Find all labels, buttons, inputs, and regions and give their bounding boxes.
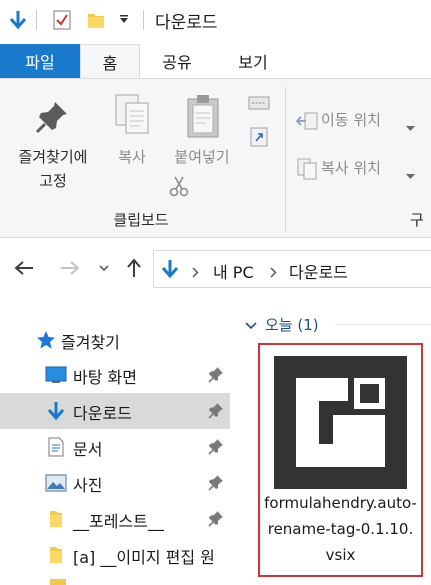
chevron-down-icon: [406, 166, 415, 184]
ribbon-tabs: 파일 홈 공유 보기: [0, 40, 431, 79]
title-separator: [143, 10, 144, 30]
pin-icon[interactable]: [208, 366, 224, 384]
pin-icon: [34, 99, 70, 135]
download-arrow-icon: [161, 259, 181, 279]
folder-icon: [45, 545, 67, 565]
clipboard-group-label: 클립보드: [113, 211, 169, 229]
vsix-file-icon: [274, 356, 407, 489]
sidebar-item-pictures[interactable]: 사진: [0, 465, 230, 501]
move-to-icon: [295, 111, 318, 131]
file-item[interactable]: formulahendry.auto-rename-tag-0.1.10.vsi…: [258, 343, 423, 577]
pin-label-line2: 고정: [39, 172, 67, 190]
folder-icon: [45, 509, 67, 529]
group-header-label: 오늘 (1): [265, 316, 319, 334]
document-icon: [45, 437, 67, 457]
title-bar: 다운로드: [0, 0, 431, 40]
sidebar-item-forest-folder[interactable]: __포레스트__: [0, 501, 230, 537]
sidebar-item-label: 바탕 화면: [73, 368, 137, 387]
tab-view[interactable]: 보기: [222, 44, 284, 78]
copy-path-icon[interactable]: [248, 95, 270, 111]
pin-icon[interactable]: [208, 402, 224, 420]
window-title: 다운로드: [155, 13, 218, 33]
tab-file[interactable]: 파일: [0, 44, 80, 78]
recent-locations-chevron-icon[interactable]: [96, 256, 112, 280]
navigation-pane: 즐겨찾기 바탕 화면 다운로드 문서 사진 __포레스트__ [a] __이미지…: [0, 300, 235, 585]
chevron-down-icon: [245, 321, 257, 329]
pin-label-line1: 즐겨찾기에: [18, 148, 88, 166]
file-list: 오늘 (1) formulahendry.auto-rename-tag-0.1…: [235, 300, 431, 585]
copy-to-icon: [296, 158, 318, 180]
desktop-icon: [45, 365, 67, 385]
breadcrumb-this-pc[interactable]: 내 PC: [213, 259, 254, 283]
pin-icon[interactable]: [208, 438, 224, 456]
pin-to-quick-access-button[interactable]: 즐겨찾기에 고정: [0, 79, 100, 199]
sidebar-item-downloads[interactable]: 다운로드: [0, 393, 230, 429]
copy-to-button[interactable]: 복사 위치: [294, 155, 424, 183]
copy-button[interactable]: 복사: [104, 79, 160, 199]
breadcrumb-downloads[interactable]: 다운로드: [289, 259, 348, 283]
quick-access-label: 즐겨찾기: [61, 333, 120, 352]
address-bar[interactable]: 내 PC 다운로드: [153, 250, 431, 288]
sidebar-item-desktop[interactable]: 바탕 화면: [0, 357, 230, 393]
breadcrumb-chevron-icon[interactable]: [270, 264, 277, 282]
star-icon: [36, 330, 56, 350]
paste-label: 붙여넣기: [174, 148, 230, 166]
download-arrow-icon: [45, 401, 67, 421]
forward-arrow-icon[interactable]: [58, 256, 82, 280]
tab-share[interactable]: 공유: [146, 44, 208, 78]
move-to-label: 이동 위치: [321, 111, 381, 129]
move-to-button[interactable]: 이동 위치: [294, 107, 424, 135]
sidebar-item-label: __포레스트__: [73, 512, 164, 531]
sidebar-item-label: 다운로드: [73, 404, 132, 423]
breadcrumb-chevron-icon[interactable]: [192, 264, 199, 282]
file-name: formulahendry.auto-rename-tag-0.1.10.vsi…: [264, 494, 417, 564]
dropdown-arrow-icon[interactable]: [114, 9, 134, 31]
clipboard-icon: [186, 93, 220, 139]
sidebar-item-label: 문서: [73, 440, 103, 459]
up-arrow-icon[interactable]: [123, 256, 145, 280]
copy-to-label: 복사 위치: [321, 159, 381, 177]
title-separator: [36, 10, 37, 30]
ribbon: 즐겨찾기에 고정 복사 붙여넣기 클립보드 이동 위치 복사 위치 구: [0, 78, 431, 238]
pictures-icon: [45, 473, 67, 493]
organize-group-label: 구: [410, 211, 424, 229]
sidebar-item-image-edit-folder[interactable]: [a] __이미지 편집 원: [0, 537, 230, 573]
pin-icon[interactable]: [208, 510, 224, 528]
sidebar-item-label: [a] __이미지 편집 원: [73, 548, 215, 567]
down-arrow-icon[interactable]: [8, 9, 28, 31]
copy-icon: [114, 93, 152, 137]
folder-icon[interactable]: [86, 9, 106, 31]
navigation-bar: 내 PC 다운로드: [0, 238, 431, 300]
tab-home[interactable]: 홈: [80, 44, 140, 79]
back-arrow-icon[interactable]: [12, 256, 36, 280]
chevron-down-icon: [406, 118, 415, 136]
sidebar-item-label: 사진: [73, 476, 103, 495]
group-divider: [335, 324, 431, 325]
group-header-today[interactable]: 오늘 (1): [245, 314, 319, 335]
paste-shortcut-icon[interactable]: [250, 125, 268, 147]
cut-icon[interactable]: [168, 175, 190, 197]
ribbon-group-separator: [285, 87, 286, 233]
properties-checklist-icon[interactable]: [52, 9, 72, 31]
folder-icon: [50, 579, 66, 585]
copy-label: 복사: [118, 148, 146, 166]
pin-icon[interactable]: [208, 474, 224, 492]
sidebar-item-documents[interactable]: 문서: [0, 429, 230, 465]
quick-access-header[interactable]: 즐겨찾기: [0, 324, 230, 356]
